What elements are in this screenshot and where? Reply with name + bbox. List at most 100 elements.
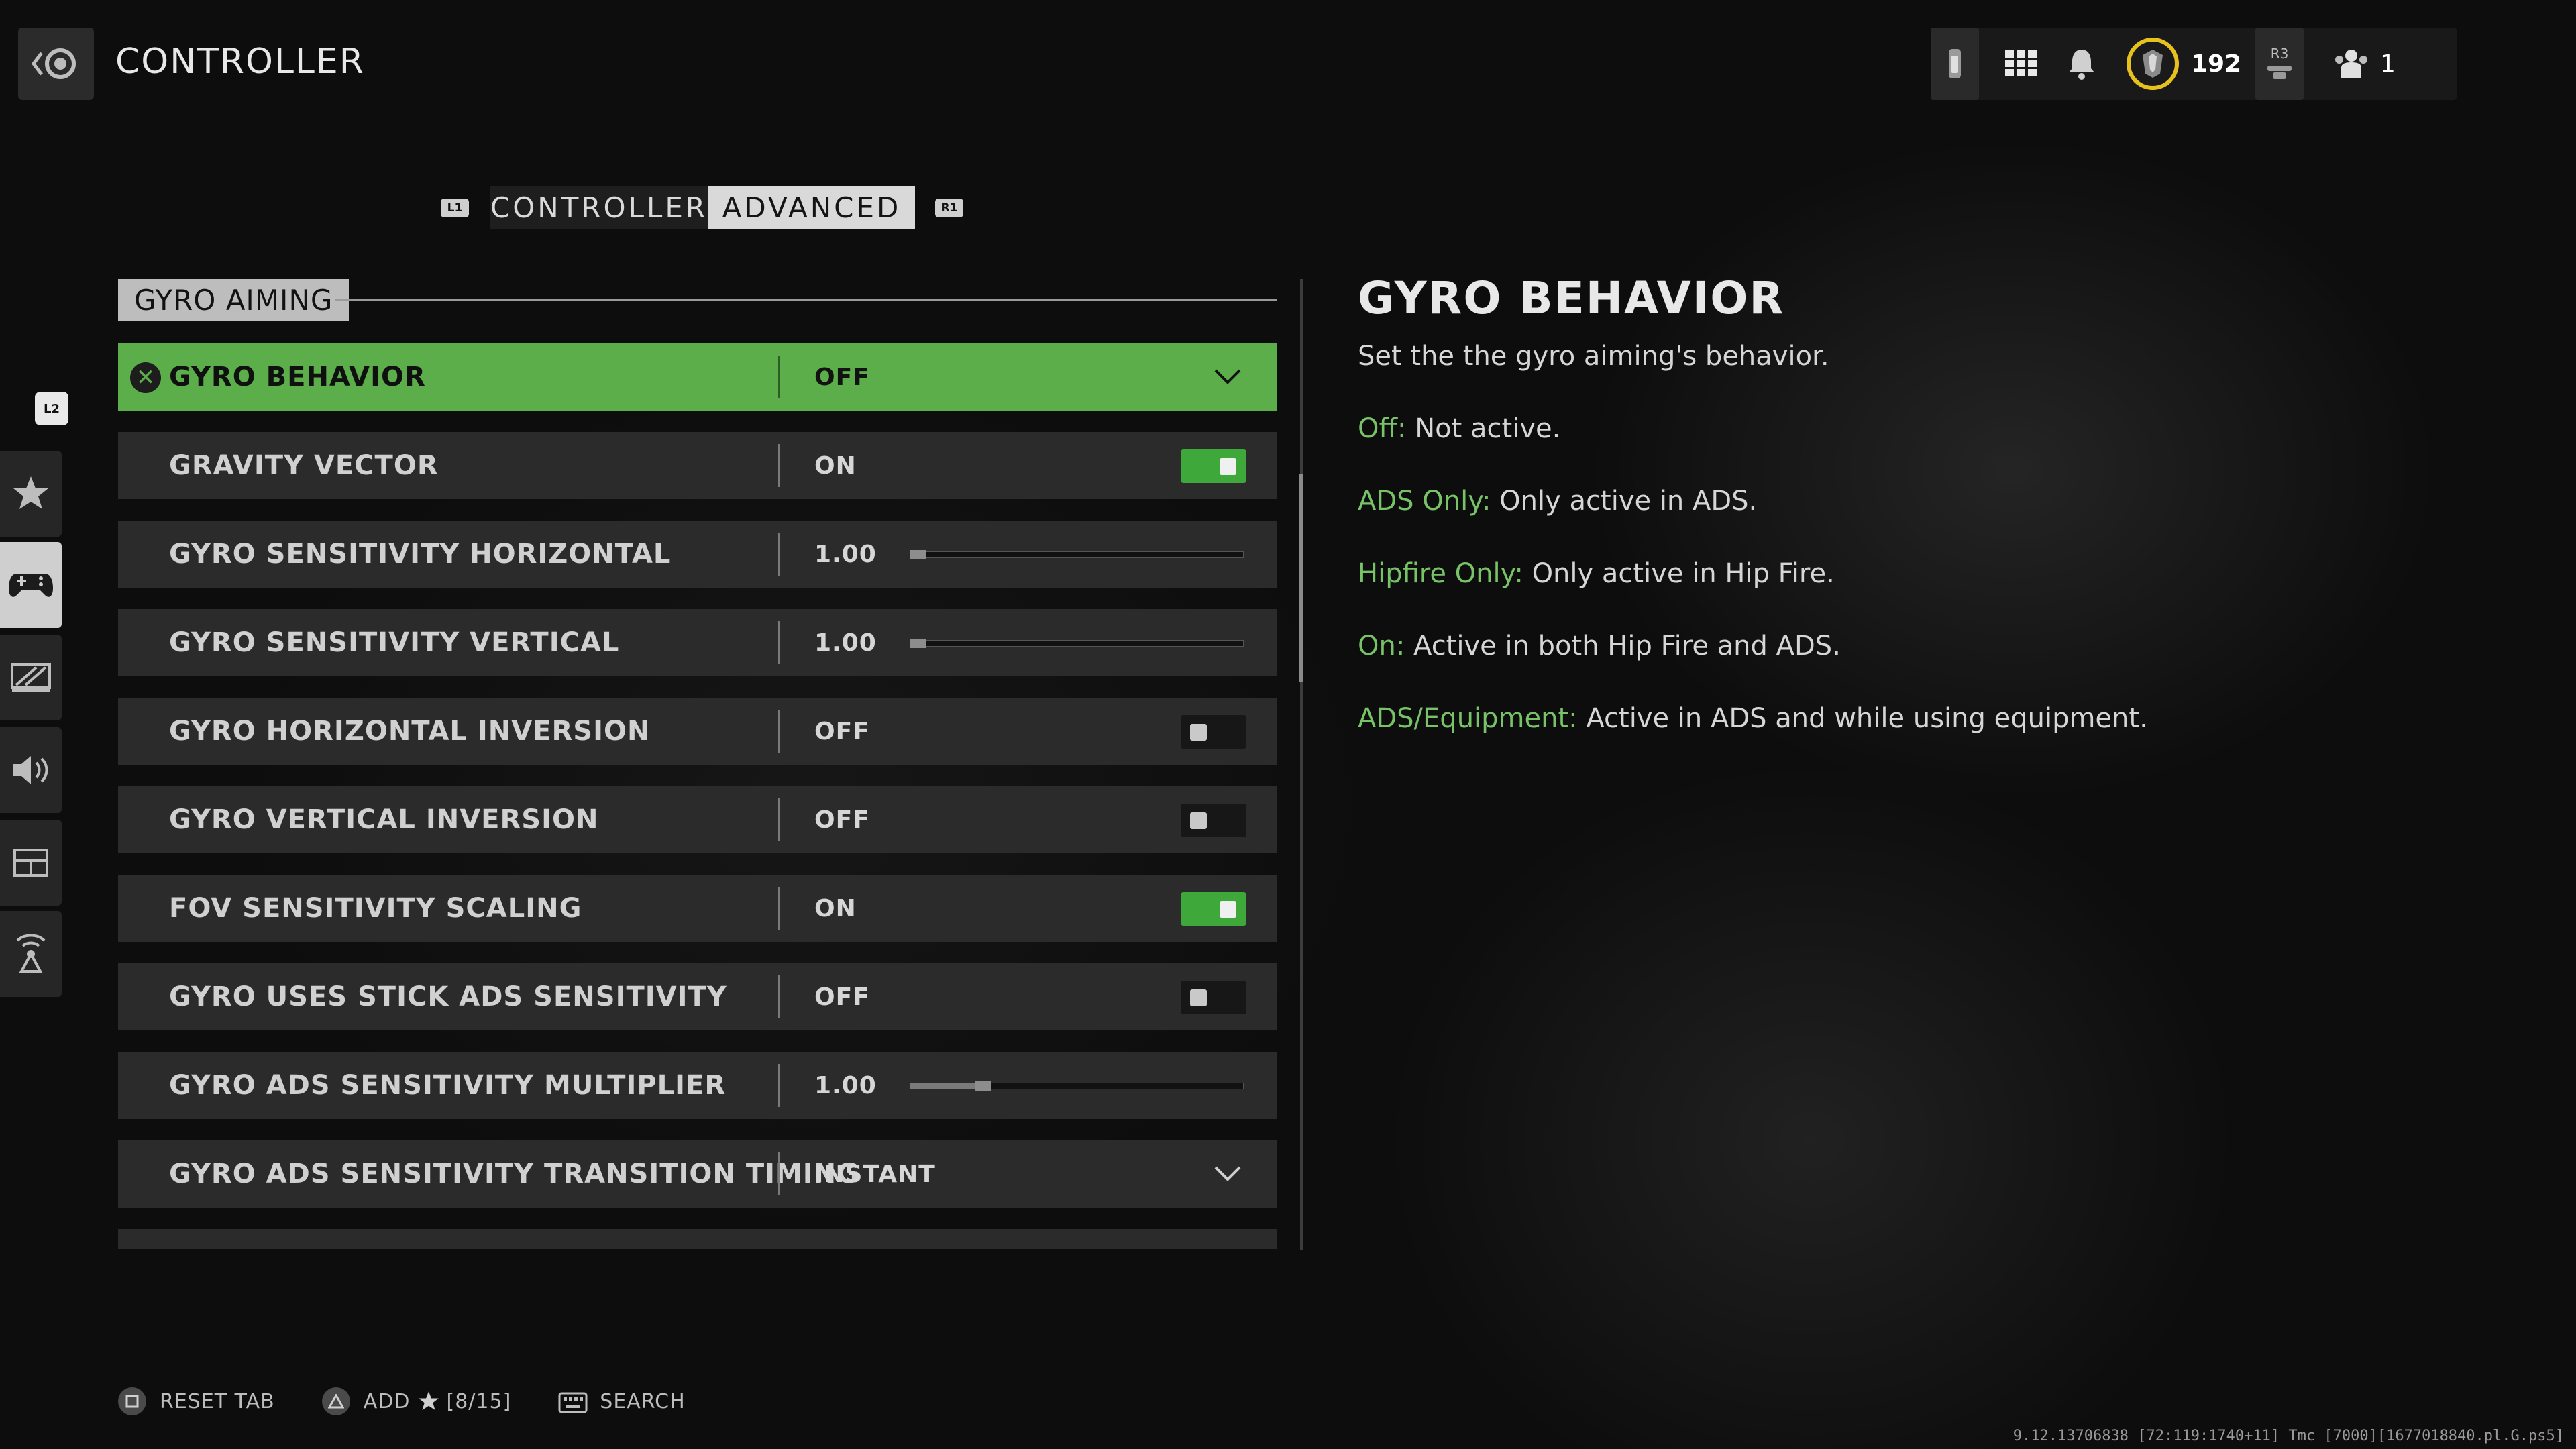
interface-icon [13, 849, 48, 877]
party-button[interactable]: 1 [2333, 28, 2427, 100]
toggle-switch[interactable] [1181, 804, 1246, 837]
slider-thumb[interactable] [975, 1081, 992, 1091]
toggle-knob [1190, 989, 1207, 1006]
page-title: CONTROLLER [115, 42, 365, 82]
add-favorite-button[interactable]: ADD [8/15] [321, 1387, 512, 1415]
setting-row-fov-sensitivity-scaling[interactable]: FOV SENSITIVITY SCALING ON [118, 875, 1277, 942]
option-key: ADS/Equipment: [1358, 703, 1578, 734]
option-key: On: [1358, 631, 1405, 661]
speaker-icon [13, 756, 48, 784]
slider-thumb[interactable] [910, 639, 926, 648]
rail-graphics[interactable] [0, 635, 62, 720]
option-text: Active in both Hip Fire and ADS. [1405, 631, 1841, 661]
description-option: ADS/Equipment: Active in ADS and while u… [1358, 703, 2148, 734]
setting-row-gyro-ads-sensitivity-multiplier[interactable]: GYRO ADS SENSITIVITY MULTIPLIER 1.00 [118, 1052, 1277, 1119]
party-icon [2335, 50, 2367, 78]
rail-audio[interactable] [0, 727, 62, 813]
l2-rail-hint[interactable]: L2 [35, 392, 68, 425]
row-divider [778, 798, 780, 841]
setting-row-gyro-behavior[interactable]: ✕ GYRO BEHAVIOR OFF [118, 343, 1277, 411]
rail-network[interactable] [0, 911, 62, 997]
option-key: Off: [1358, 413, 1407, 444]
setting-row-gyro-sensitivity-horizontal[interactable]: GYRO SENSITIVITY HORIZONTAL 1.00 [118, 521, 1277, 588]
currency-display[interactable]: 192 [2125, 28, 2259, 100]
square-button-icon [118, 1387, 146, 1415]
description-option: Off: Not active. [1358, 413, 1560, 444]
apps-grid-button[interactable] [1998, 28, 2045, 100]
slider-track[interactable] [910, 1081, 1244, 1091]
option-text: Active in ADS and while using equipment. [1577, 703, 2148, 734]
notifications-button[interactable] [2058, 28, 2105, 100]
setting-value: 1.00 [814, 629, 877, 657]
currency-emblem-icon [2127, 38, 2179, 90]
build-version: 9.12.13706838 [72:119:1740+11] Tmc [7000… [2012, 1428, 2564, 1444]
footer-hints: RESET TAB ADD [8/15] SEARCH [118, 1385, 733, 1418]
graphics-icon [11, 663, 51, 692]
setting-row-gyro-horizontal-inversion[interactable]: GYRO HORIZONTAL INVERSION OFF [118, 698, 1277, 765]
setting-row-gravity-vector[interactable]: GRAVITY VECTOR ON [118, 432, 1277, 499]
option-text: Not active. [1406, 413, 1561, 444]
toggle-knob [1220, 901, 1236, 918]
setting-label: GYRO HORIZONTAL INVERSION [169, 716, 651, 747]
row-divider [778, 1064, 780, 1107]
setting-value: 1.00 [814, 1071, 877, 1099]
back-button[interactable] [18, 28, 94, 100]
section-title: GYRO AIMING [118, 279, 350, 321]
toggle-switch[interactable] [1181, 715, 1246, 749]
setting-row-gyro-vertical-inversion[interactable]: GYRO VERTICAL INVERSION OFF [118, 786, 1277, 853]
toggle-switch[interactable] [1181, 892, 1246, 926]
option-key: ADS Only: [1358, 486, 1491, 517]
option-text: Only active in Hip Fire. [1523, 558, 1835, 589]
setting-value: OFF [814, 983, 870, 1011]
r1-bumper-hint[interactable]: R1 [935, 199, 963, 217]
settings-scrollbar[interactable] [1300, 279, 1303, 1250]
gamepad-icon [9, 574, 53, 597]
setting-row-partial[interactable] [118, 1229, 1277, 1249]
setting-row-gyro-ads-sensitivity-transition-timing[interactable]: GYRO ADS SENSITIVITY TRANSITION TIMING IN… [118, 1140, 1277, 1208]
description-title: GYRO BEHAVIOR [1358, 272, 1785, 324]
setting-row-gyro-sensitivity-vertical[interactable]: GYRO SENSITIVITY VERTICAL 1.00 [118, 609, 1277, 676]
triangle-button-icon [321, 1387, 350, 1415]
setting-label: GYRO ADS SENSITIVITY TRANSITION TIMING [169, 1159, 859, 1189]
setting-value: ON [814, 451, 857, 480]
row-divider [778, 1152, 780, 1195]
setting-label: GYRO BEHAVIOR [169, 362, 426, 392]
l1-bumper-hint[interactable]: L1 [441, 199, 469, 217]
social-icon [2267, 66, 2292, 79]
slider-track[interactable] [910, 639, 1244, 648]
currency-count: 192 [2191, 50, 2242, 78]
chevron-down-icon[interactable] [1213, 366, 1242, 386]
setting-label: GYRO ADS SENSITIVITY MULTIPLIER [169, 1070, 727, 1101]
rail-favorites[interactable] [0, 451, 62, 537]
row-divider [778, 975, 780, 1018]
chevron-down-icon[interactable] [1213, 1163, 1242, 1183]
row-divider [778, 444, 780, 487]
slider-thumb[interactable] [910, 550, 926, 559]
tab-controller[interactable]: CONTROLLER [490, 186, 708, 229]
setting-label: GYRO SENSITIVITY HORIZONTAL [169, 539, 672, 570]
rail-interface[interactable] [0, 820, 62, 906]
keyboard-icon [558, 1392, 588, 1413]
reset-tab-button[interactable]: RESET TAB [118, 1387, 275, 1415]
setting-value: OFF [814, 717, 870, 745]
row-divider [778, 621, 780, 664]
row-divider [778, 887, 780, 930]
rail-controller[interactable] [0, 542, 62, 628]
toggle-switch[interactable] [1181, 981, 1246, 1014]
controller-battery-button[interactable] [1931, 28, 1979, 100]
setting-label: FOV SENSITIVITY SCALING [169, 893, 582, 924]
battery-icon [1949, 49, 1961, 78]
search-button[interactable]: SEARCH [558, 1388, 685, 1415]
r3-label: R3 [2270, 46, 2289, 62]
star-icon [418, 1391, 439, 1411]
setting-label: GYRO SENSITIVITY VERTICAL [169, 627, 620, 658]
settings-list: ✕ GYRO BEHAVIOR OFF GRAVITY VECTOR ON GYRO SE… [118, 343, 1277, 1249]
slider-track[interactable] [910, 550, 1244, 559]
r3-social-button[interactable]: R3 [2255, 28, 2304, 100]
toggle-switch[interactable] [1181, 449, 1246, 483]
network-icon [16, 934, 46, 973]
settings-scroll-thumb[interactable] [1299, 474, 1303, 682]
tab-advanced[interactable]: ADVANCED [708, 186, 915, 229]
setting-row-gyro-uses-stick-ads-sensitivity[interactable]: GYRO USES STICK ADS SENSITIVITY OFF [118, 963, 1277, 1030]
setting-value: OFF [814, 363, 870, 391]
